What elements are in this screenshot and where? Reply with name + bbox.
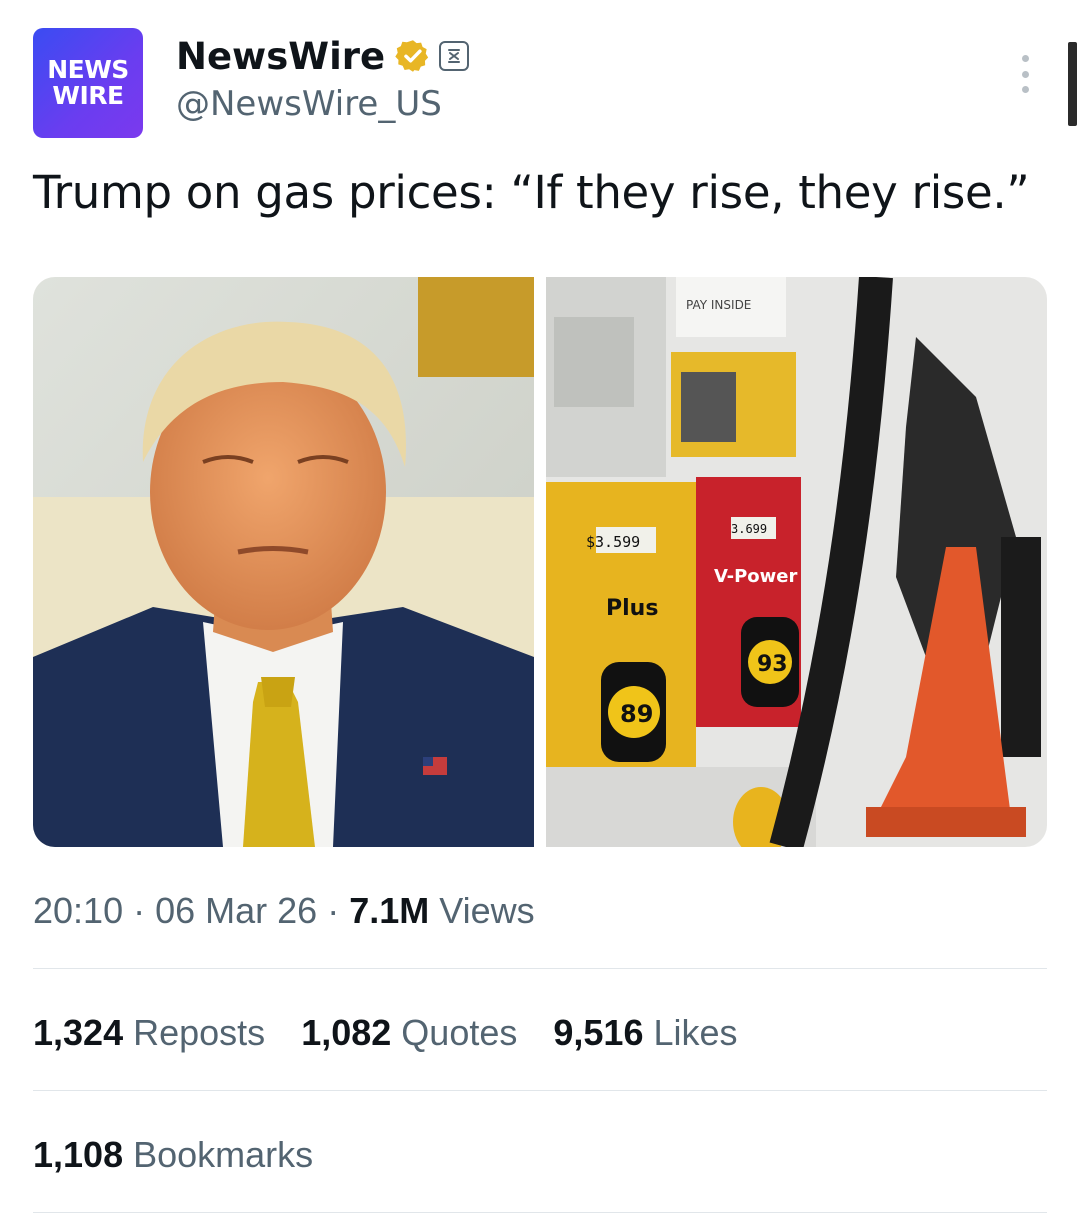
gold-verified-badge-icon[interactable] — [395, 38, 431, 74]
tweet-text: Trump on gas prices: “If they rise, they… — [33, 166, 1030, 219]
display-name[interactable]: NewsWire — [176, 35, 385, 78]
quotes-stat[interactable]: 1,082 Quotes — [301, 1012, 517, 1054]
bookmarks-stat[interactable]: 1,108 Bookmarks — [33, 1134, 313, 1176]
divider — [33, 1090, 1047, 1091]
affiliate-badge-icon[interactable] — [439, 41, 470, 71]
reposts-stat[interactable]: 1,324 Reposts — [33, 1012, 265, 1054]
bookmarks-label: Bookmarks — [133, 1134, 314, 1175]
engagement-stats: 1,324 Reposts 1,082 Quotes 9,516 Likes — [33, 1012, 774, 1054]
bookmarks-count: 1,108 — [33, 1134, 124, 1175]
account-avatar[interactable]: NEWS WIRE — [33, 28, 143, 138]
reposts-label: Reposts — [133, 1012, 266, 1053]
divider — [33, 968, 1047, 969]
octane-plus: 89 — [620, 700, 653, 728]
scrollbar[interactable] — [1068, 42, 1077, 126]
portrait-photo[interactable] — [33, 277, 534, 847]
avatar-text-line2: WIRE — [52, 81, 124, 110]
grade-vpower: V-Power — [714, 566, 797, 587]
views-label: Views — [439, 890, 535, 931]
reposts-count: 1,324 — [33, 1012, 124, 1053]
divider — [33, 1212, 1047, 1213]
sign-text: PAY INSIDE — [686, 298, 751, 312]
affiliate-logo-icon — [448, 49, 461, 63]
tweet-date[interactable]: 06 Mar 26 — [155, 890, 317, 931]
more-options-icon[interactable] — [1015, 55, 1035, 93]
views-count: 7.1M — [349, 890, 430, 931]
tweet-meta: 20:10 · 06 Mar 26 · 7.1M Views — [33, 890, 535, 931]
octane-vpower: 93 — [757, 652, 788, 677]
avatar-text-line1: NEWS — [47, 55, 129, 84]
gas-pump-photo[interactable]: PAY INSIDE $3.599 Plus 89 3.699 V-Power … — [546, 277, 1047, 847]
price-vpower: 3.699 — [731, 522, 767, 536]
grade-plus: Plus — [606, 596, 658, 621]
likes-label: Likes — [653, 1012, 738, 1053]
likes-stat[interactable]: 9,516 Likes — [553, 1012, 737, 1054]
account-name-row: NewsWire — [176, 34, 470, 78]
price-plus: $3.599 — [586, 533, 640, 551]
likes-count: 9,516 — [553, 1012, 644, 1053]
tweet-time[interactable]: 20:10 — [33, 890, 123, 931]
account-handle[interactable]: @NewsWire_US — [176, 84, 442, 124]
quotes-count: 1,082 — [301, 1012, 392, 1053]
quotes-label: Quotes — [401, 1012, 518, 1053]
